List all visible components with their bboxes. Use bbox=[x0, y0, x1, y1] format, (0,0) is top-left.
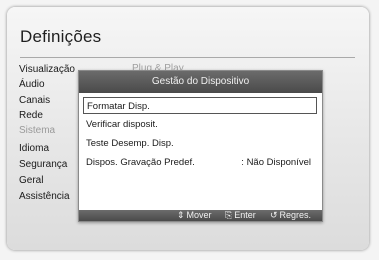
menu-item-label: Teste Desemp. Disp. bbox=[86, 138, 174, 149]
dialog-title: Gestão do Dispositivo bbox=[79, 71, 322, 93]
menu-item-value: : Não Disponível bbox=[241, 157, 311, 168]
sidebar-item-audio[interactable]: Áudio bbox=[19, 79, 45, 90]
menu-item-label: Formatar Disp. bbox=[87, 101, 150, 112]
hint-back: ↺ Regres. bbox=[270, 210, 311, 221]
menu-item-label: Verificar disposit. bbox=[86, 119, 158, 130]
device-management-dialog: Gestão do Dispositivo Formatar Disp. Ver… bbox=[78, 70, 323, 222]
title-divider bbox=[20, 57, 355, 58]
hint-enter: ⎘ Enter bbox=[225, 210, 256, 221]
menu-item-teste[interactable]: Teste Desemp. Disp. bbox=[83, 135, 317, 152]
menu-item-formatar[interactable]: Formatar Disp. bbox=[83, 97, 317, 114]
menu-item-label: Dispos. Gravação Predef. bbox=[86, 157, 195, 168]
sidebar-item-rede[interactable]: Rede bbox=[19, 110, 43, 121]
sidebar-item-sistema[interactable]: Sistema bbox=[19, 125, 55, 136]
settings-panel: Definições Visualização Áudio Canais Red… bbox=[7, 7, 369, 250]
hint-back-label: Regres. bbox=[279, 210, 312, 220]
return-arrow-icon: ↺ bbox=[270, 210, 278, 220]
sidebar-item-seguranca[interactable]: Segurança bbox=[19, 159, 67, 170]
dialog-footer: ⇕ Mover ⎘ Enter ↺ Regres. bbox=[79, 210, 322, 221]
hint-enter-label: Enter bbox=[234, 210, 256, 220]
menu-item-gravacao[interactable]: Dispos. Gravação Predef. : Não Disponíve… bbox=[83, 154, 317, 171]
sidebar-item-idioma[interactable]: Idioma bbox=[19, 143, 49, 154]
up-down-arrows-icon: ⇕ bbox=[177, 210, 185, 220]
sidebar-item-canais[interactable]: Canais bbox=[19, 95, 50, 106]
sidebar-item-visualizacao[interactable]: Visualização bbox=[19, 64, 75, 75]
hint-move-label: Mover bbox=[186, 210, 212, 220]
hint-move: ⇕ Mover bbox=[177, 210, 212, 221]
sidebar-item-assistencia[interactable]: Assistência bbox=[19, 191, 70, 202]
sidebar-item-geral[interactable]: Geral bbox=[19, 175, 43, 186]
menu-item-verificar[interactable]: Verificar disposit. bbox=[83, 116, 317, 133]
enter-icon: ⎘ bbox=[225, 210, 233, 220]
page-title: Definições bbox=[20, 27, 102, 46]
